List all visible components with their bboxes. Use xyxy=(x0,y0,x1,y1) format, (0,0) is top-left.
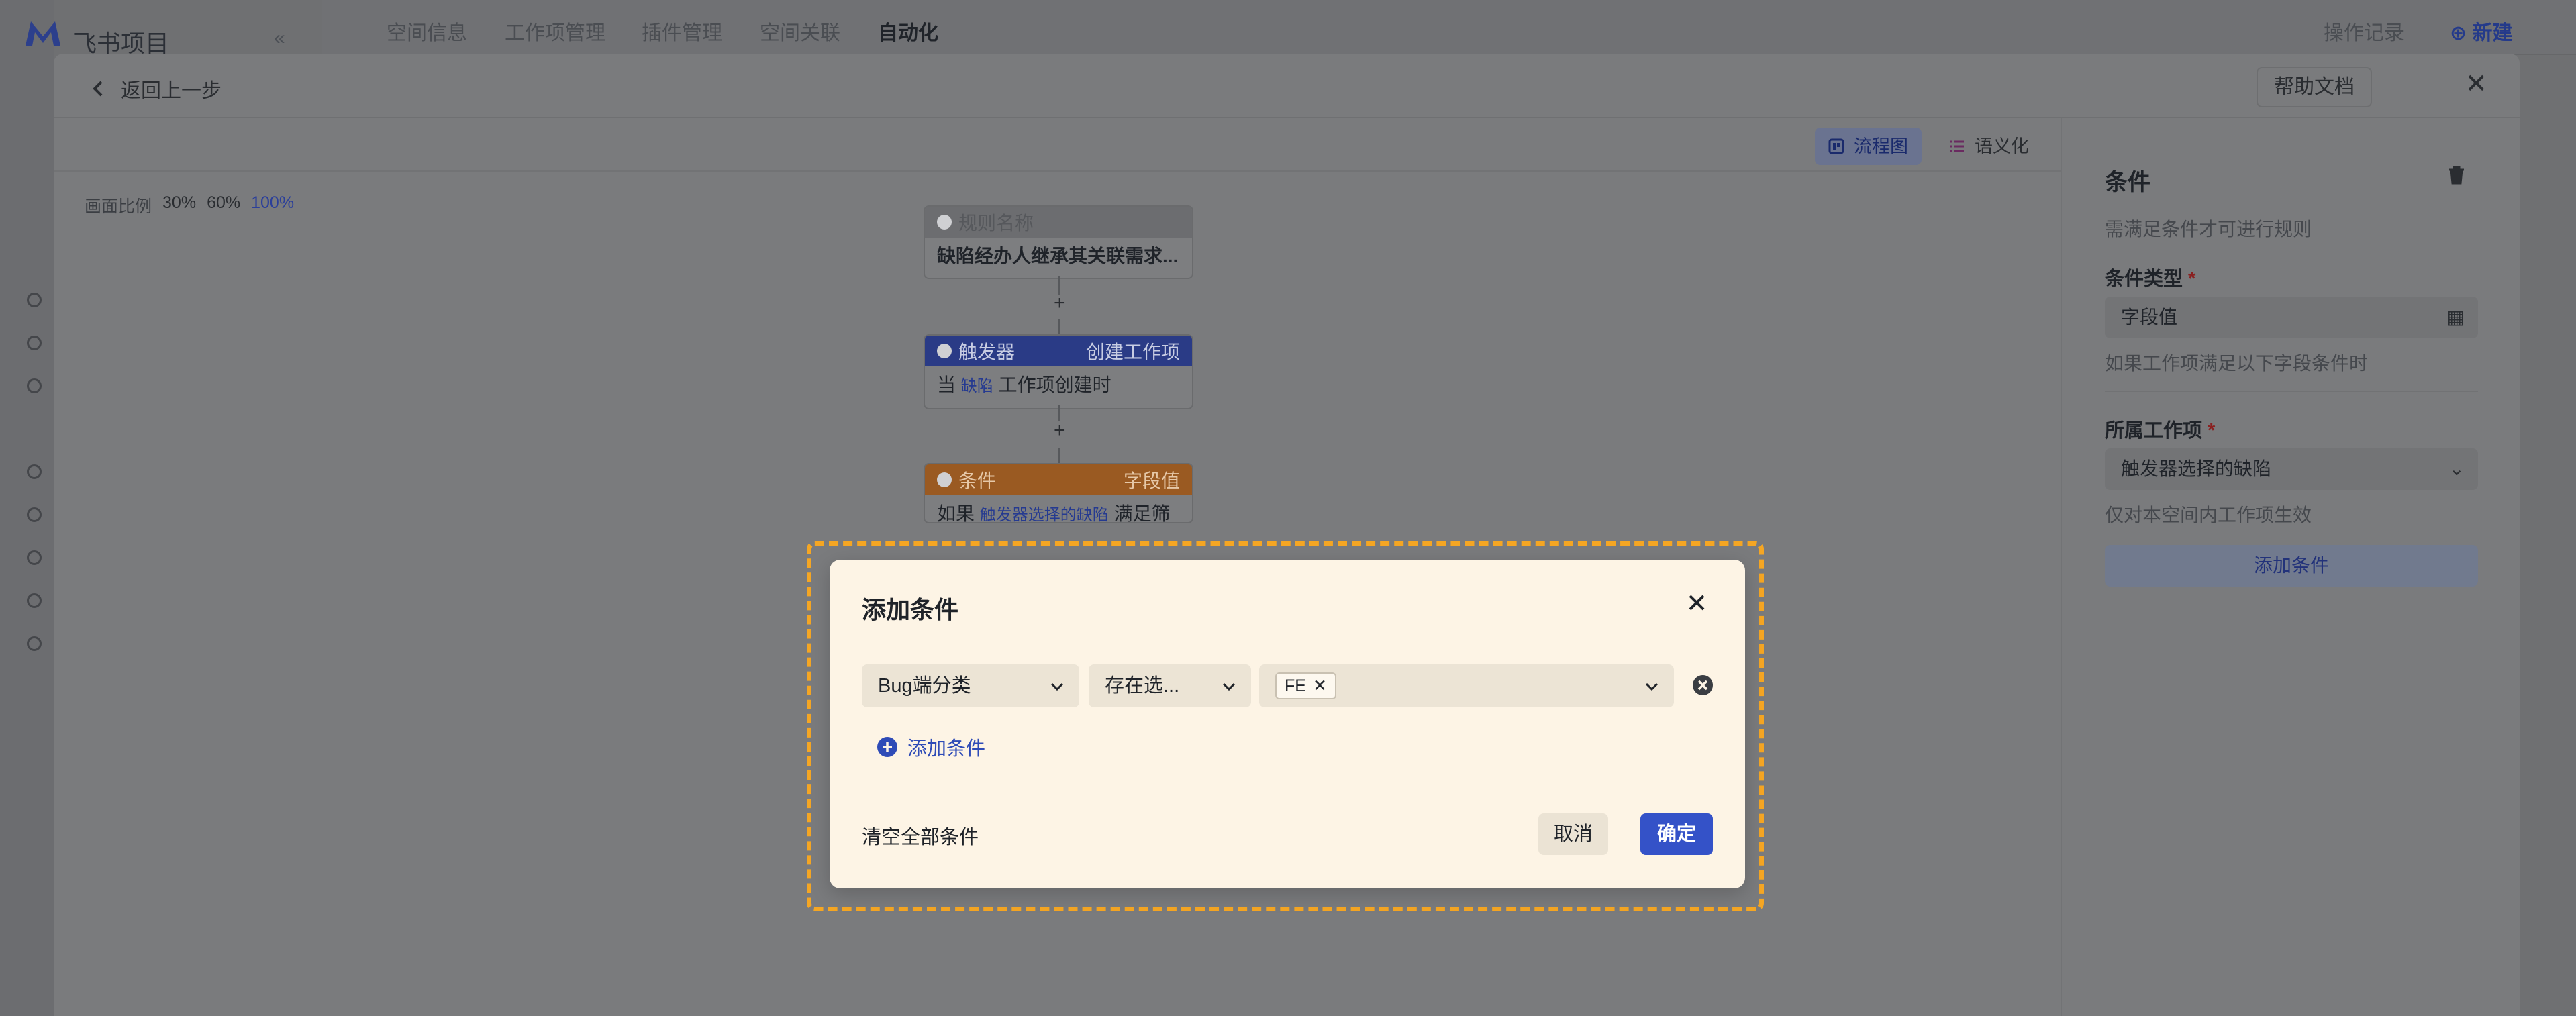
chevron-down-icon xyxy=(1050,682,1064,691)
add-condition-dialog: 添加条件 Bug端分类 存在选... FE ✕ 添加条件 清空全部条件 取消 确… xyxy=(830,560,1745,888)
workitem-label: 所属工作项 * xyxy=(2105,420,2216,442)
panel-description: 需满足条件才可进行规则 xyxy=(2105,219,2312,240)
back-label: 返回上一步 xyxy=(121,80,221,102)
nav-item-icon[interactable] xyxy=(27,378,42,393)
value-tag: FE ✕ xyxy=(1275,672,1336,699)
feishu-project-logo xyxy=(26,21,60,46)
tab-space-relations[interactable]: 空间关联 xyxy=(760,16,840,46)
zoom-label: 画面比例 xyxy=(85,197,152,216)
add-condition-button[interactable]: 添加条件 xyxy=(2105,545,2478,587)
cancel-button[interactable]: 取消 xyxy=(1538,813,1608,855)
nav-item-icon[interactable] xyxy=(27,464,42,479)
help-docs-button[interactable]: 帮助文档 xyxy=(2257,67,2372,107)
remove-row-icon[interactable] xyxy=(1691,674,1714,697)
chevron-down-icon xyxy=(1645,682,1658,691)
trash-icon[interactable] xyxy=(2447,165,2466,191)
nav-item-icon[interactable] xyxy=(27,336,42,350)
condition-type-hint: 如果工作项满足以下字段条件时 xyxy=(2105,353,2369,374)
list-icon xyxy=(1950,140,1964,152)
panel-title: 条件 xyxy=(2105,170,2150,195)
history-link[interactable]: 操作记录 xyxy=(2324,16,2404,46)
close-icon[interactable]: ✕ xyxy=(2465,68,2487,99)
new-button[interactable]: ⊕ 新建 xyxy=(2450,16,2512,46)
tab-space-info[interactable]: 空间信息 xyxy=(387,16,467,46)
nav-item-icon[interactable] xyxy=(27,593,42,608)
zoom-option-60[interactable]: 60% xyxy=(207,193,240,217)
tab-workitem-management[interactable]: 工作项管理 xyxy=(505,16,605,46)
view-flowchart-button[interactable]: 流程图 xyxy=(1815,128,1922,165)
nav-item-icon[interactable] xyxy=(27,636,42,651)
add-node-button[interactable]: + xyxy=(1054,292,1066,315)
condition-config-panel: 条件 需满足条件才可进行规则 条件类型 * 字段值 ▦ 如果工作项满足以下字段条件… xyxy=(2061,118,2520,1016)
nav-item-icon[interactable] xyxy=(27,293,42,307)
chevron-down-icon xyxy=(1222,682,1236,691)
panel-header: 返回上一步 帮助文档 ✕ xyxy=(54,54,2520,118)
top-nav: 空间信息 工作项管理 插件管理 空间关联 自动化 操作记录 ⊕ 新建 xyxy=(322,0,2576,55)
tag-remove-icon[interactable]: ✕ xyxy=(1313,674,1327,698)
workitem-select[interactable]: 触发器选择的缺陷 ⌄ xyxy=(2105,448,2478,490)
tab-automation[interactable]: 自动化 xyxy=(878,16,938,46)
zoom-option-100[interactable]: 100% xyxy=(251,193,294,217)
field-select[interactable]: Bug端分类 xyxy=(862,664,1079,707)
clear-all-conditions-button[interactable]: 清空全部条件 xyxy=(862,821,979,850)
view-semantic-button[interactable]: 语义化 xyxy=(1936,128,2042,165)
confirm-button[interactable]: 确定 xyxy=(1640,813,1713,855)
grid-icon: ▦ xyxy=(2446,307,2465,327)
operator-select[interactable]: 存在选... xyxy=(1089,664,1251,707)
sidebar-collapse-icon[interactable]: « xyxy=(274,27,285,50)
value-select[interactable]: FE ✕ xyxy=(1259,664,1674,707)
chevron-down-icon: ⌄ xyxy=(2448,458,2465,479)
canvas-toolbar: 流程图 语义化 xyxy=(54,118,2061,172)
condition-type-label: 条件类型 * xyxy=(2105,268,2196,290)
condition-card[interactable]: 条件字段值 如果 触发器选择的缺陷 满足筛选条件 xyxy=(924,463,1193,523)
close-icon[interactable] xyxy=(1686,592,1707,613)
trigger-icon xyxy=(937,344,952,358)
chevron-left-icon xyxy=(93,81,103,97)
plus-circle-icon: ⊕ xyxy=(2450,22,2473,44)
question-icon xyxy=(937,472,952,487)
plus-circle-icon xyxy=(877,737,897,757)
trigger-card[interactable]: 触发器 创建工作项 当 缺陷 工作项创建时 xyxy=(924,334,1193,409)
workitem-hint: 仅对本空间内工作项生效 xyxy=(2105,505,2312,525)
rule-name-card[interactable]: 规则名称 缺陷经办人继承其关联需求... xyxy=(924,205,1193,279)
add-node-button[interactable]: + xyxy=(1054,419,1066,442)
play-icon xyxy=(937,215,952,230)
tab-plugin-management[interactable]: 插件管理 xyxy=(642,16,722,46)
dialog-title: 添加条件 xyxy=(862,596,959,623)
app-sidebar xyxy=(0,0,54,1016)
zoom-option-30[interactable]: 30% xyxy=(162,193,196,217)
add-condition-link[interactable]: 添加条件 xyxy=(877,733,985,761)
nav-item-icon[interactable] xyxy=(27,550,42,565)
back-button[interactable]: 返回上一步 xyxy=(91,74,221,103)
rule-name-text: 缺陷经办人继承其关联需求... xyxy=(937,246,1179,266)
nav-item-icon[interactable] xyxy=(27,507,42,522)
condition-type-select[interactable]: 字段值 ▦ xyxy=(2105,297,2478,338)
flowchart-icon xyxy=(1828,138,1844,154)
zoom-control: 画面比例 30% 60% 100% xyxy=(85,193,294,217)
